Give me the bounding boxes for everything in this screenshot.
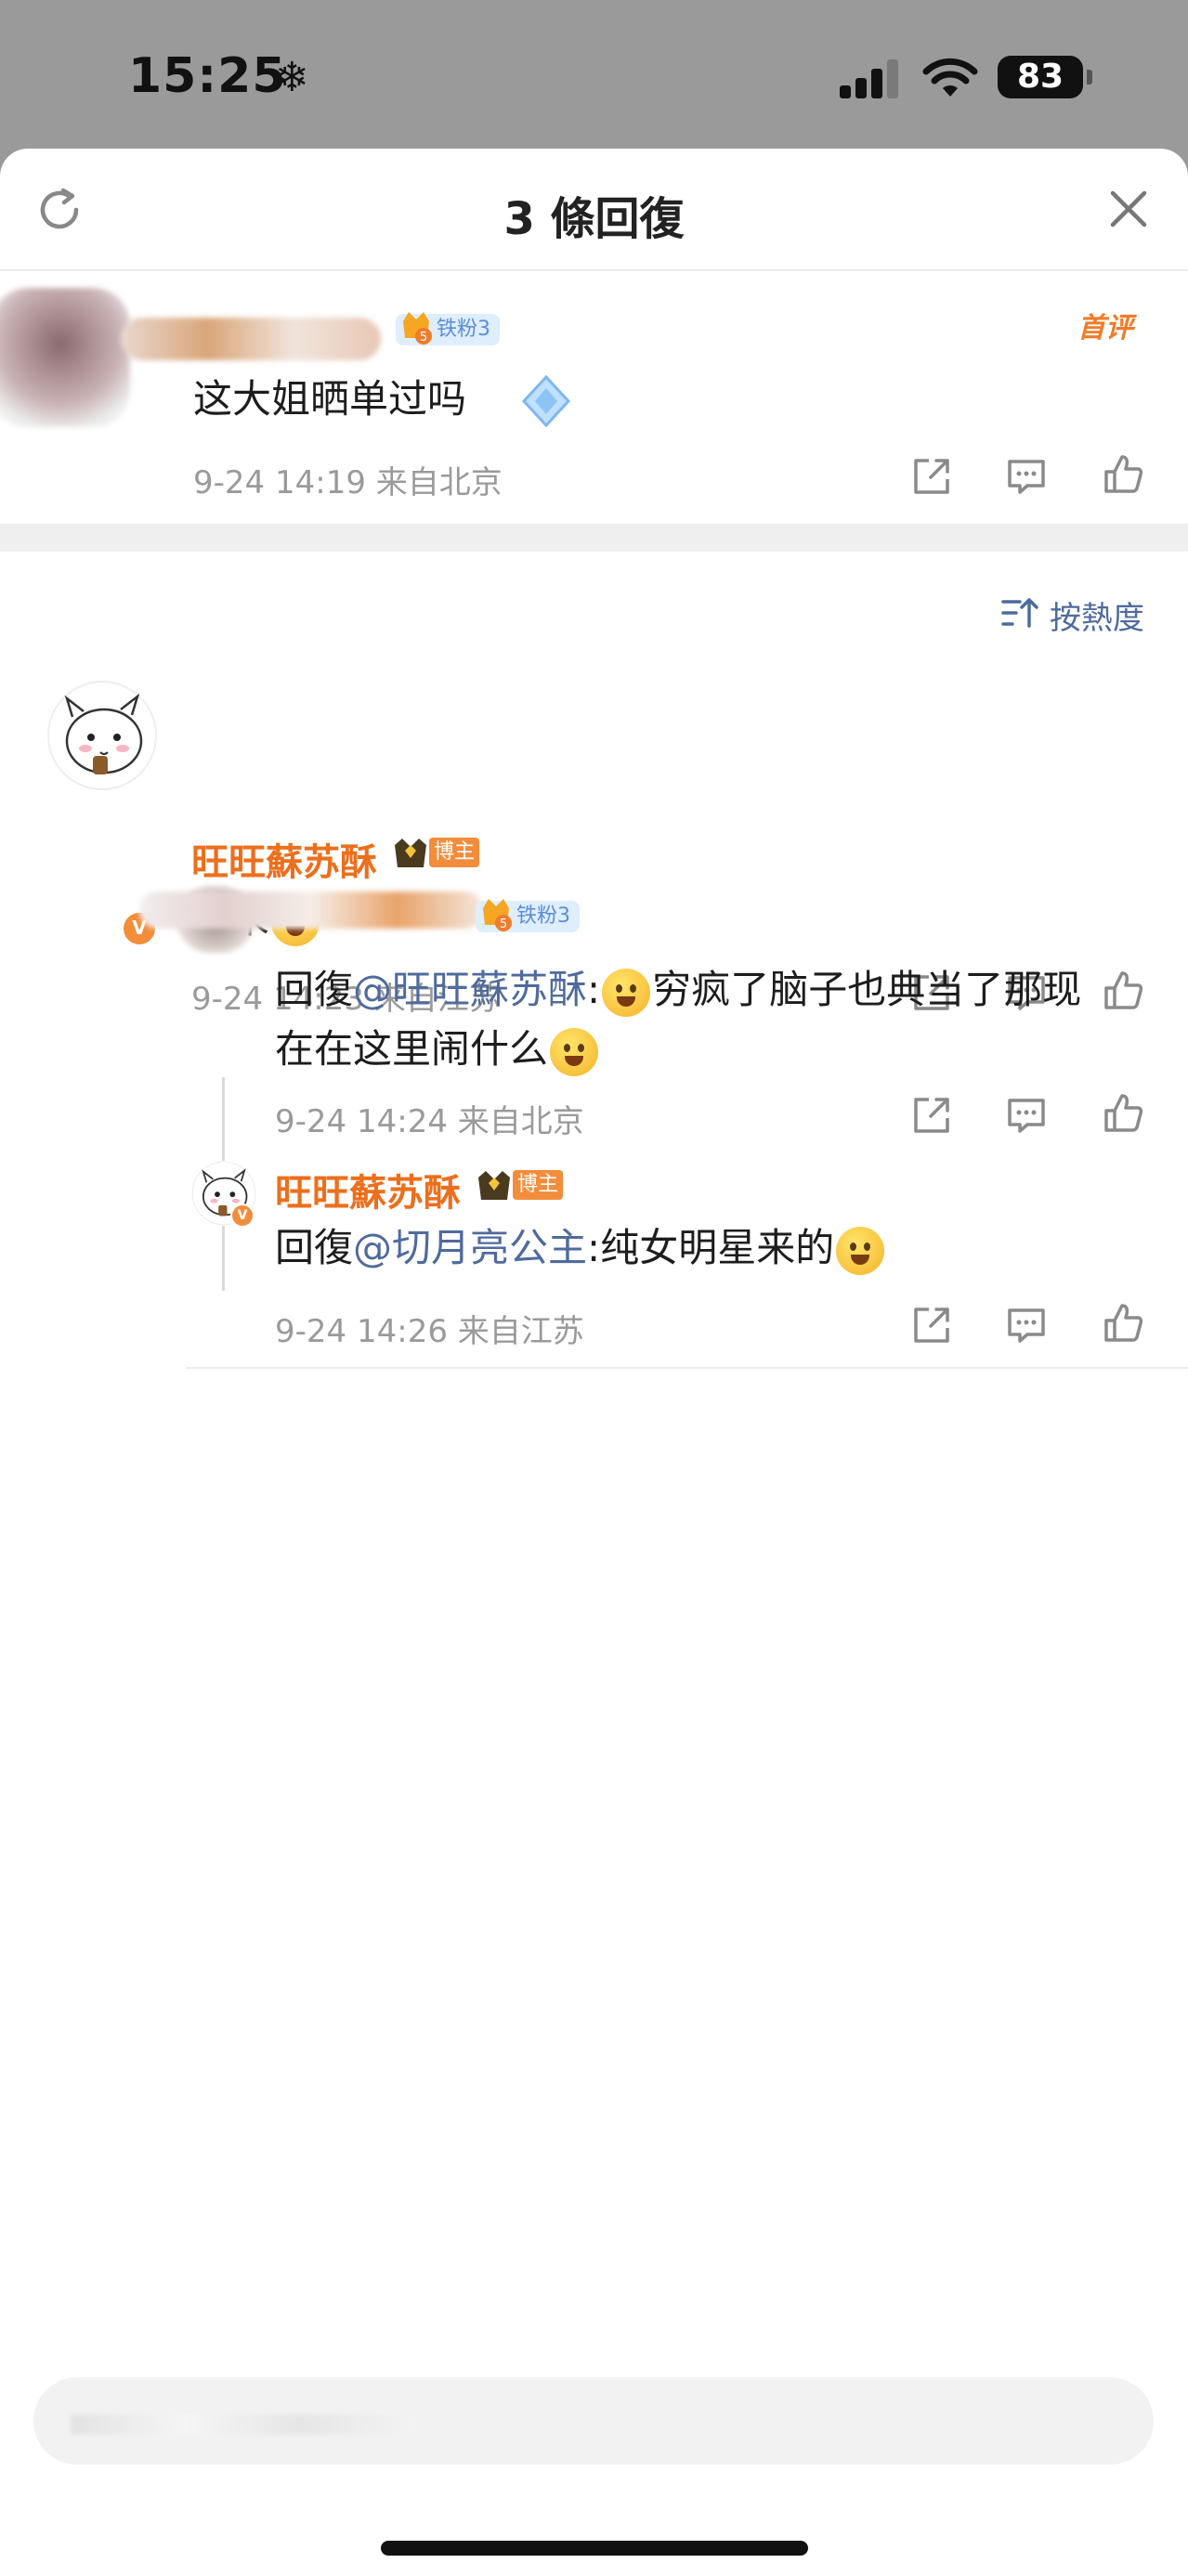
fan-badge-label: 铁粉3 bbox=[437, 318, 490, 341]
reply-text-part1: 纯女明星来的 bbox=[600, 1225, 835, 1270]
signal-icon bbox=[840, 58, 899, 98]
reply-username[interactable]: 旺旺蘇苏酥 bbox=[275, 1163, 461, 1216]
crown-icon: 5 bbox=[483, 899, 512, 931]
reply-input[interactable] bbox=[33, 2377, 1154, 2465]
blogger-badge: 博主 bbox=[392, 836, 481, 869]
fan-badge: 5 铁粉3 bbox=[396, 312, 500, 345]
wifi-icon bbox=[922, 58, 978, 97]
close-icon[interactable] bbox=[1105, 186, 1152, 232]
pleading-emoji-icon bbox=[836, 1226, 885, 1275]
sort-button[interactable]: 按熱度 bbox=[1050, 592, 1144, 638]
reply-text-part1: 穷疯了脑子也典当了那现 bbox=[652, 967, 1082, 1012]
share-icon[interactable] bbox=[910, 1304, 953, 1347]
diamond-sticker-icon bbox=[521, 374, 571, 428]
status-time: 15:25 bbox=[128, 48, 287, 104]
shocked-emoji-icon bbox=[550, 1027, 599, 1076]
reply-text-part2: 在在这里闹什么 bbox=[275, 1026, 549, 1072]
blogger-tag-label: 博主 bbox=[513, 1170, 563, 1200]
sheet-title: 3 條回復 bbox=[503, 193, 685, 245]
comment-icon[interactable] bbox=[1005, 1094, 1048, 1137]
comment-text: 这大姐晒单过吗 bbox=[193, 376, 467, 422]
blogger-tag-label: 博主 bbox=[429, 838, 479, 867]
comment-icon[interactable] bbox=[1005, 455, 1048, 498]
sheet-header: 3 條回復 bbox=[0, 149, 1188, 271]
like-icon[interactable] bbox=[1102, 1302, 1144, 1345]
first-comment-tag: 首评 bbox=[1077, 312, 1133, 345]
reply-mention[interactable]: @切月亮公主 bbox=[353, 1225, 587, 1270]
share-icon[interactable] bbox=[910, 1094, 953, 1137]
like-icon[interactable] bbox=[1102, 969, 1144, 1012]
fan-badge: 5 铁粉3 bbox=[476, 899, 580, 932]
fan-badge-label: 铁粉3 bbox=[516, 904, 570, 928]
comment-icon[interactable] bbox=[1005, 1304, 1048, 1347]
svg-text:5: 5 bbox=[420, 331, 427, 345]
username-redacted bbox=[139, 891, 483, 929]
avatar bbox=[0, 288, 130, 427]
home-indicator[interactable] bbox=[381, 2541, 808, 2556]
username-redacted bbox=[121, 318, 381, 360]
sort-icon[interactable] bbox=[1001, 596, 1038, 630]
share-icon[interactable] bbox=[910, 455, 953, 498]
reply-meta: 9-24 14:26 来自江苏 bbox=[275, 1313, 584, 1350]
crown-icon bbox=[478, 1171, 510, 1200]
reply-prefix: 回復 bbox=[275, 1225, 354, 1270]
reply-text-line1: 回復@切月亮公主:纯女明星来的 bbox=[275, 1216, 886, 1275]
section-divider bbox=[0, 524, 1188, 552]
comment-username[interactable]: 旺旺蘇苏酥 bbox=[191, 832, 377, 886]
reply-prefix: 回復 bbox=[275, 967, 354, 1012]
avatar[interactable] bbox=[46, 680, 158, 791]
status-bar: 15:25 ❄ 83 bbox=[0, 0, 1188, 149]
like-icon[interactable] bbox=[1102, 453, 1144, 496]
reply-meta: 9-24 14:24 来自北京 bbox=[275, 1103, 584, 1140]
replies-sheet: 3 條回復 5 铁粉3 首评 这大姐晒单过吗 9-24 14:19 来自北京 按… bbox=[0, 149, 1188, 2576]
thinking-emoji-icon bbox=[602, 968, 651, 1017]
reply-text-line2: 在在这里闹什么 bbox=[275, 1018, 600, 1076]
verified-icon: V bbox=[230, 1203, 255, 1228]
input-placeholder-redacted bbox=[71, 2414, 414, 2435]
sort-label: 按熱度 bbox=[1050, 600, 1144, 637]
svg-text:5: 5 bbox=[500, 917, 507, 931]
snowflake-icon: ❄ bbox=[275, 54, 309, 101]
crown-icon: 5 bbox=[403, 312, 432, 345]
crown-icon bbox=[395, 839, 426, 867]
reply-text-line1: 回復@旺旺蘇苏酥: 穷疯了脑子也典当了那现 bbox=[275, 958, 1081, 1017]
like-icon[interactable] bbox=[1102, 1092, 1144, 1135]
battery-tip bbox=[1087, 70, 1092, 85]
battery-icon: 83 bbox=[998, 56, 1083, 98]
reply-mention[interactable]: @旺旺蘇苏酥 bbox=[353, 967, 587, 1012]
blogger-badge: 博主 bbox=[476, 1168, 565, 1202]
list-end-divider bbox=[186, 1367, 1188, 1369]
comment-meta: 9-24 14:19 来自北京 bbox=[193, 464, 503, 501]
